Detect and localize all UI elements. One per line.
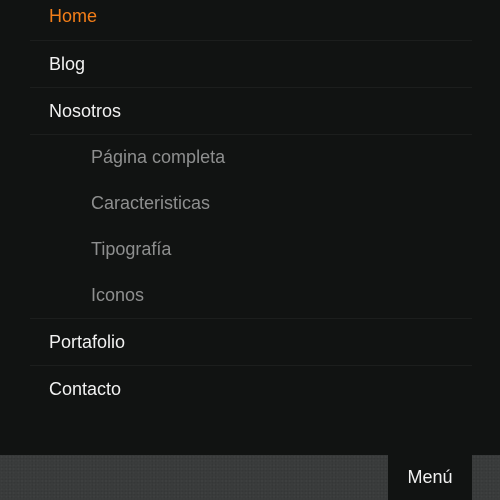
nav-item-blog[interactable]: Blog: [30, 41, 472, 88]
subnav-item-tipografia[interactable]: Tipografía: [30, 226, 472, 272]
subnav-item-caracteristicas[interactable]: Caracteristicas: [30, 180, 472, 226]
nav-item-contacto[interactable]: Contacto: [30, 366, 472, 413]
subnav-item-pagina-completa[interactable]: Página completa: [30, 135, 472, 180]
nav-submenu-nosotros: Página completa Caracteristicas Tipograf…: [30, 135, 472, 319]
nav-menu: Home Blog Nosotros Página completa Carac…: [30, 0, 472, 413]
nav-item-portafolio[interactable]: Portafolio: [30, 319, 472, 366]
nav-item-nosotros[interactable]: Nosotros: [30, 88, 472, 135]
subnav-item-iconos[interactable]: Iconos: [30, 272, 472, 318]
nav-item-home[interactable]: Home: [30, 0, 472, 41]
page: Home Blog Nosotros Página completa Carac…: [0, 0, 500, 500]
bottom-bar: Menú: [0, 455, 500, 500]
menu-toggle-button[interactable]: Menú: [388, 455, 472, 500]
